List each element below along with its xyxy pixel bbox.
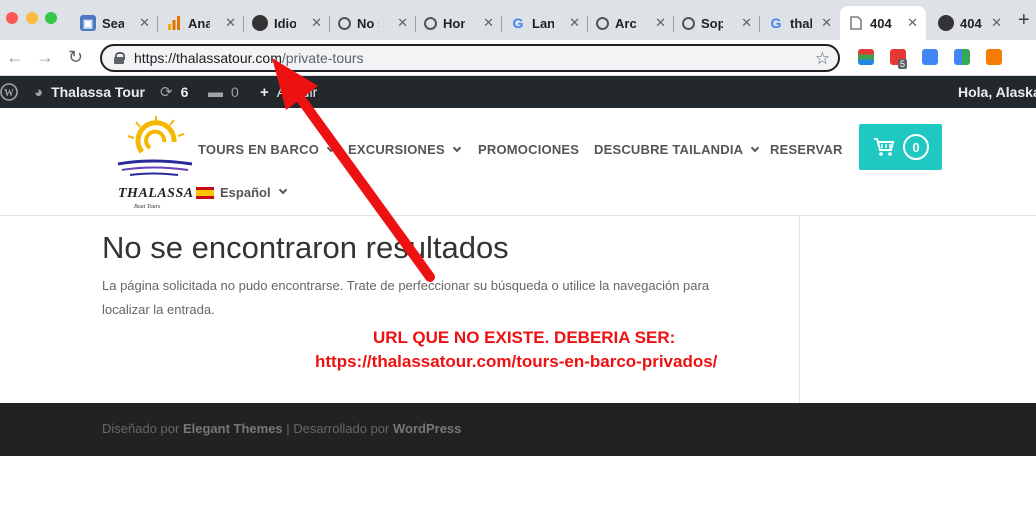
- github-icon: [938, 15, 954, 31]
- footer-credits: Diseñado por Elegant Themes | Desarrolla…: [102, 421, 462, 436]
- chevron-down-icon: [751, 143, 760, 153]
- browser-tab-active[interactable]: 404 ✕: [840, 6, 926, 40]
- shopping-cart-icon: [874, 138, 895, 156]
- browser-tab[interactable]: Hon ✕: [416, 6, 502, 40]
- close-icon[interactable]: ✕: [655, 15, 666, 31]
- nav-excursiones[interactable]: EXCURSIONES: [348, 142, 462, 157]
- screen: ▣ Sea ✕ Ana ✕ Idio ✕ No s ✕ Hon: [0, 0, 1036, 531]
- site-footer: Diseñado por Elegant Themes | Desarrolla…: [0, 403, 1036, 456]
- browser-tab[interactable]: Idio ✕: [244, 6, 330, 40]
- updates-link[interactable]: ⟳ 6: [160, 76, 188, 108]
- extension-badge: 5: [898, 59, 908, 69]
- wp-admin-bar: W ◕ Thalassa Tour ⟳ 6 ▬ 0 + Añadir Hola,…: [0, 76, 1036, 108]
- main-content: No se encontraron resultados La página s…: [0, 216, 1036, 403]
- chevron-down-icon: [452, 143, 462, 153]
- chevron-down-icon: [278, 185, 287, 194]
- spain-flag-icon: [196, 186, 214, 199]
- browser-tab[interactable]: G Lan ✕: [502, 6, 588, 40]
- wordpress-support-icon: [682, 16, 695, 30]
- url-text[interactable]: https://thalassatour.com/private-tours: [134, 50, 364, 66]
- nav-descubre-tailandia[interactable]: DESCUBRE TAILANDIA: [594, 142, 760, 157]
- close-icon[interactable]: ✕: [225, 15, 236, 31]
- plus-icon: +: [260, 83, 269, 101]
- google-extension-icon[interactable]: [954, 49, 970, 65]
- forward-arrow-icon[interactable]: →: [36, 47, 54, 68]
- extension-icon[interactable]: [858, 49, 874, 65]
- close-icon[interactable]: ✕: [311, 15, 322, 31]
- close-icon[interactable]: ✕: [139, 15, 150, 31]
- browser-tab[interactable]: Sop ✕: [674, 6, 760, 40]
- bookmark-star-icon[interactable]: ☆: [815, 49, 830, 69]
- close-icon[interactable]: ✕: [397, 15, 408, 31]
- browser-tab[interactable]: G thal ✕: [760, 6, 840, 40]
- comments-link[interactable]: ▬ 0: [208, 76, 239, 108]
- close-icon[interactable]: ✕: [821, 15, 832, 31]
- close-icon[interactable]: ✕: [483, 15, 494, 31]
- logo-text: THALASSA: [118, 186, 194, 201]
- user-greeting[interactable]: Hola, Alaska: [958, 76, 1036, 108]
- close-icon[interactable]: ✕: [569, 15, 580, 31]
- translate-extension-icon[interactable]: [922, 49, 938, 65]
- elegant-themes-link[interactable]: Elegant Themes: [183, 421, 283, 436]
- wordpress-support-icon: [338, 16, 351, 30]
- wordpress-logo-icon[interactable]: W: [0, 76, 18, 108]
- cart-count-badge: 0: [903, 134, 929, 160]
- browser-tab[interactable]: ▣ Sea ✕: [72, 6, 158, 40]
- browser-tab[interactable]: Ana ✕: [158, 6, 244, 40]
- updates-icon: ⟳: [160, 84, 173, 101]
- google-icon: G: [512, 15, 524, 31]
- close-icon[interactable]: ✕: [741, 15, 752, 31]
- browser-toolbar: ← → ↻ https://thalassatour.com/private-t…: [0, 40, 1036, 76]
- reload-icon[interactable]: ↻: [68, 47, 83, 68]
- address-bar[interactable]: https://thalassatour.com/private-tours ☆: [100, 44, 840, 72]
- logo-subtext: Boat Tours: [134, 204, 161, 210]
- close-window-button[interactable]: [6, 12, 18, 24]
- wordpress-link[interactable]: WordPress: [393, 421, 461, 436]
- annotation-text: URL QUE NO EXISTE. DEBERIA SER:: [373, 328, 676, 347]
- wordpress-support-icon: [596, 16, 609, 30]
- dashboard-icon: ◕: [34, 83, 44, 101]
- close-icon[interactable]: ✕: [991, 15, 1002, 31]
- cart-button[interactable]: 0: [859, 124, 942, 170]
- analytics-icon: [166, 15, 182, 31]
- page-icon: [848, 15, 864, 31]
- chart-extension-icon[interactable]: [986, 49, 1002, 65]
- nav-tours-en-barco[interactable]: TOURS EN BARCO: [198, 142, 336, 157]
- search-console-icon: ▣: [80, 15, 96, 31]
- site-name-link[interactable]: ◕ Thalassa Tour: [34, 76, 145, 108]
- browser-tab[interactable]: No s ✕: [330, 6, 416, 40]
- comment-icon: ▬: [208, 83, 223, 101]
- browser-tab-strip: ▣ Sea ✕ Ana ✕ Idio ✕ No s ✕ Hon: [0, 0, 1036, 40]
- new-content-link[interactable]: + Añadir: [260, 76, 317, 108]
- site-header: THALASSA Boat Tours TOURS EN BARCO EXCUR…: [0, 108, 1036, 216]
- wordpress-support-icon: [424, 16, 437, 30]
- language-switcher[interactable]: Español: [196, 185, 287, 200]
- close-icon[interactable]: ✕: [907, 15, 918, 31]
- new-tab-button[interactable]: +: [1018, 9, 1030, 32]
- annotation-correct-url: https://thalassatour.com/tours-en-barco-…: [315, 352, 718, 371]
- not-found-message: La página solicitada no pudo encontrarse…: [102, 278, 710, 317]
- svg-text:W: W: [4, 88, 14, 99]
- site-logo[interactable]: THALASSA Boat Tours: [112, 112, 194, 214]
- sidebar-divider: [799, 216, 800, 403]
- browser-tab[interactable]: Arch ✕: [588, 6, 674, 40]
- browser-tab[interactable]: 404 ✕: [930, 6, 1010, 40]
- minimize-window-button[interactable]: [26, 12, 38, 24]
- lock-icon: [114, 52, 125, 64]
- github-icon: [252, 15, 268, 31]
- back-arrow-icon[interactable]: ←: [6, 47, 24, 68]
- page-title: No se encontraron resultados: [102, 230, 509, 265]
- nav-reservar[interactable]: RESERVAR: [770, 142, 843, 157]
- nav-promociones[interactable]: PROMOCIONES: [478, 142, 579, 157]
- google-icon: G: [770, 15, 782, 31]
- chevron-down-icon: [326, 143, 336, 153]
- maximize-window-button[interactable]: [45, 12, 57, 24]
